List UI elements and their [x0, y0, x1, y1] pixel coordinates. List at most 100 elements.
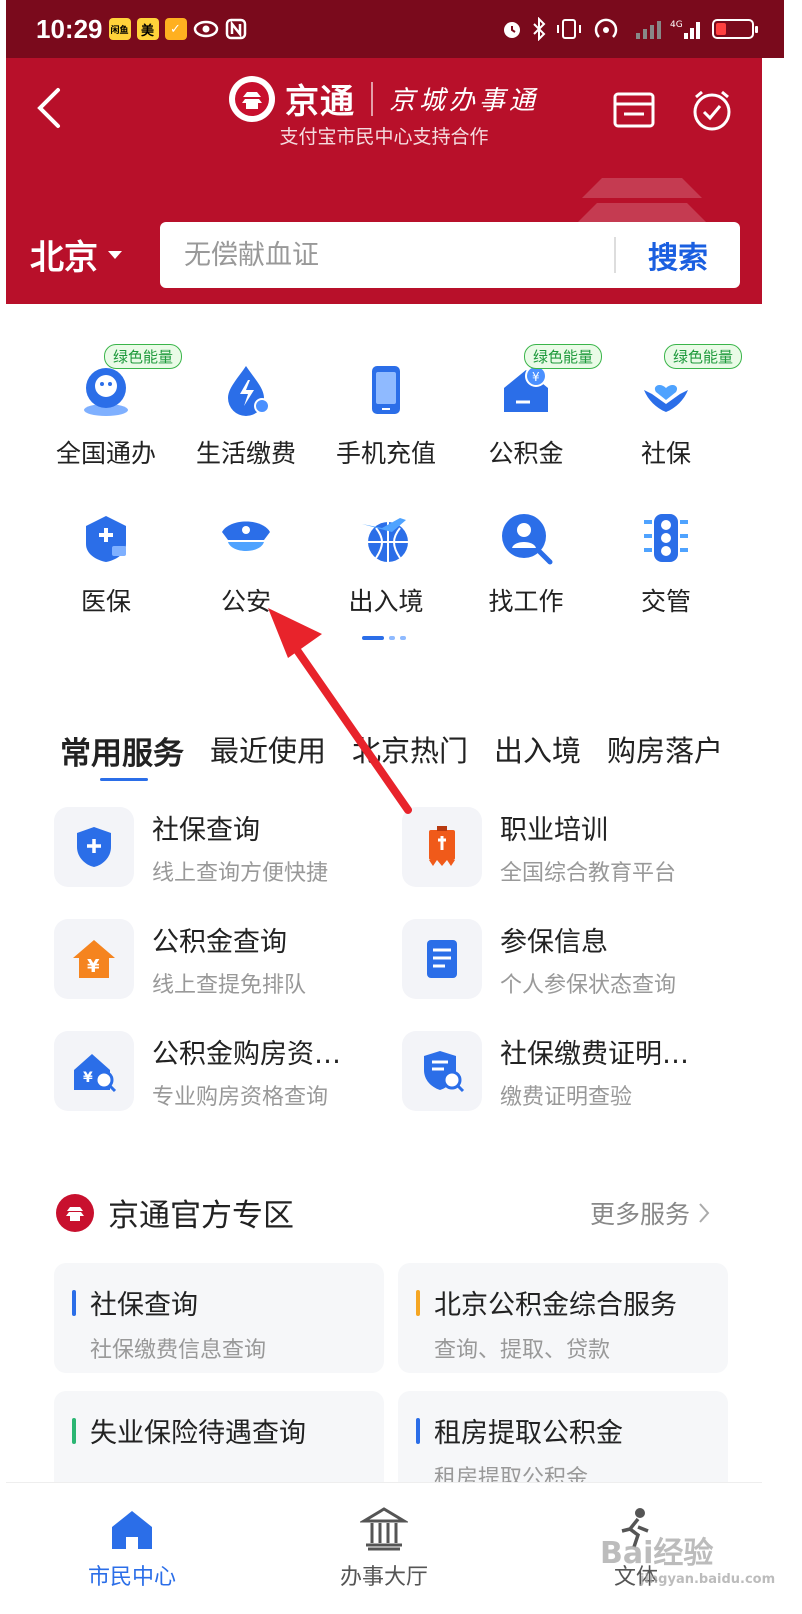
zone-item-title: 北京公积金综合服务 — [434, 1290, 677, 1321]
jingtong-logo-icon — [228, 75, 275, 122]
vibrate-icon — [557, 19, 581, 39]
baidu-watermark: Bai经验 jingyan.baidu.com — [600, 1528, 775, 1587]
grid-label: 公积金 — [488, 439, 564, 468]
zone-title: 京通官方专区 — [108, 1198, 294, 1234]
service-item[interactable]: 参保信息个人参保状态查询 — [402, 919, 734, 999]
grid-label: 出入境 — [348, 587, 424, 616]
header: 京通 京城办事通 支付宝市民中心支持合作 北京 搜索 — [6, 58, 762, 304]
shield-plus-icon — [77, 827, 111, 867]
house-fund-icon: ¥ — [504, 365, 548, 412]
green-energy-tag: 绿色能量 — [104, 344, 183, 369]
zone-item-title: 租房提取公积金 — [434, 1418, 623, 1449]
svg-text:4G: 4G — [670, 20, 683, 30]
tab-label: 市民中心 — [87, 1565, 176, 1590]
zone-item[interactable]: 社保查询 社保缴费信息查询 — [54, 1263, 384, 1373]
service-tabs: 常用服务 最近使用 北京热门 出入境 购房落户 — [32, 698, 734, 781]
grid-item-fund[interactable]: 绿色能量 ¥ 公积金 — [456, 344, 603, 506]
more-services-link[interactable]: 更多服务 — [590, 1195, 710, 1231]
official-zone-card: 京通官方专区 更多服务 社保查询 社保缴费信息查询 北京公积金综合服务 查询、提… — [32, 1160, 734, 1520]
green-energy-tag: 绿色能量 — [664, 344, 743, 369]
grid-label: 公安 — [220, 587, 271, 616]
tab-exit-entry[interactable]: 出入境 — [494, 728, 581, 773]
svg-text:¥: ¥ — [532, 370, 540, 384]
chevron-right-icon — [699, 1202, 710, 1223]
bluetooth-icon — [533, 17, 546, 41]
grid-item-police[interactable]: 公安 — [176, 506, 316, 654]
tab-beijing-hot[interactable]: 北京热门 — [352, 728, 468, 773]
heart-hands-icon — [644, 385, 688, 412]
service-item[interactable]: ¥ 公积金查询 线上查提免排队 — [54, 919, 400, 999]
service-title: 社保查询 — [152, 814, 260, 846]
status-bar: 10:29 闲鱼 美 ✓ 4G — [6, 0, 784, 58]
common-services-card: 常用服务 最近使用 北京热门 出入境 购房落户 社保查询线上查询方便快捷 职业培… — [32, 698, 734, 1140]
police-cap-icon — [222, 521, 270, 551]
service-grid-card: 绿色能量 全国通办 生活缴费 手机充值 绿色能量 ¥ 公积金 绿色能量 社保 医… — [32, 330, 743, 668]
timer-check-icon[interactable] — [688, 86, 736, 134]
tab-citizen-center[interactable]: 市民中心 — [6, 1483, 258, 1614]
doc-search-icon — [424, 1051, 465, 1093]
grid-item-medical[interactable]: 医保 — [36, 506, 176, 654]
service-subtitle: 线上查询方便快捷 — [152, 860, 329, 886]
grid-item-social[interactable]: 绿色能量 社保 — [596, 344, 743, 506]
hall-icon — [360, 1507, 408, 1551]
house-search-icon: ¥ — [74, 1054, 117, 1093]
service-subtitle: 个人参保状态查询 — [500, 972, 677, 998]
check-app-icon: ✓ — [164, 18, 187, 40]
watermark-url: jingyan.baidu.com — [640, 1572, 776, 1587]
phone-icon — [372, 366, 400, 414]
city-label: 北京 — [30, 238, 98, 278]
house-yen-icon: ¥ — [73, 940, 115, 978]
hotspot-icon — [594, 18, 618, 38]
more-label: 更多服务 — [589, 1199, 690, 1229]
brand-slogan: 京城办事通 — [388, 86, 539, 116]
zone-item[interactable]: 北京公积金综合服务 查询、提取、贷款 — [398, 1263, 728, 1373]
person-search-icon — [502, 514, 553, 565]
grid-label: 手机充值 — [335, 439, 436, 468]
service-item[interactable]: 职业培训全国综合教育平台 — [402, 807, 734, 887]
service-subtitle: 全国综合教育平台 — [500, 860, 677, 886]
service-title: 公积金购房资… — [152, 1038, 341, 1070]
clock: 10:29 — [36, 13, 103, 44]
grid-item-jobs[interactable]: 找工作 — [456, 506, 596, 654]
search-button[interactable]: 搜索 — [616, 233, 740, 277]
city-selector[interactable]: 北京 — [30, 230, 122, 279]
home-icon — [112, 1511, 152, 1549]
lightning-drop-icon — [228, 366, 270, 416]
grid-label: 社保 — [640, 439, 691, 468]
watermark-text: Bai经验 — [600, 1536, 714, 1571]
grid-item-traffic[interactable]: 交管 — [596, 506, 736, 654]
card-wallet-icon[interactable] — [610, 86, 658, 134]
svg-text:¥: ¥ — [87, 956, 100, 977]
grid-item-exit-entry[interactable]: 出入境 — [316, 506, 456, 654]
zone-item-title: 失业保险待遇查询 — [90, 1418, 306, 1449]
jingtong-logo-icon — [56, 1193, 94, 1232]
tab-common[interactable]: 常用服务 — [60, 728, 184, 781]
caret-down-icon — [108, 250, 122, 259]
tab-service-hall[interactable]: 办事大厅 — [258, 1483, 510, 1614]
service-item[interactable]: 社保缴费证明… 缴费证明查验 — [402, 1031, 734, 1111]
service-item[interactable]: 社保查询线上查询方便快捷 — [54, 807, 400, 887]
grid-label: 全国通办 — [55, 439, 156, 468]
plane-globe-icon — [362, 518, 408, 562]
grid-label: 交管 — [640, 587, 691, 616]
tab-recent[interactable]: 最近使用 — [210, 728, 326, 773]
grid-item-utility[interactable]: 生活缴费 — [176, 358, 316, 506]
service-title: 参保信息 — [500, 926, 608, 958]
service-item[interactable]: ¥ 公积金购房资… 专业购房资格查询 — [54, 1031, 400, 1111]
search-input[interactable] — [160, 239, 614, 271]
grid-item-national[interactable]: 绿色能量 全国通办 — [36, 344, 183, 506]
page-indicator — [362, 636, 406, 640]
zone-item-title: 社保查询 — [90, 1290, 198, 1321]
grid-item-phone[interactable]: 手机充值 — [316, 358, 456, 506]
grid-label: 医保 — [80, 587, 131, 616]
svg-text:¥: ¥ — [83, 1070, 93, 1086]
service-title: 职业培训 — [500, 814, 608, 846]
alarm-icon — [504, 22, 520, 38]
traffic-light-icon — [644, 514, 688, 562]
eye-icon — [193, 20, 218, 38]
medical-card-icon — [86, 516, 126, 562]
tab-housing[interactable]: 购房落户 — [607, 728, 723, 773]
service-title: 社保缴费证明… — [500, 1038, 689, 1070]
meituan-icon: 美 — [136, 18, 159, 40]
service-subtitle: 专业购房资格查询 — [152, 1084, 329, 1110]
